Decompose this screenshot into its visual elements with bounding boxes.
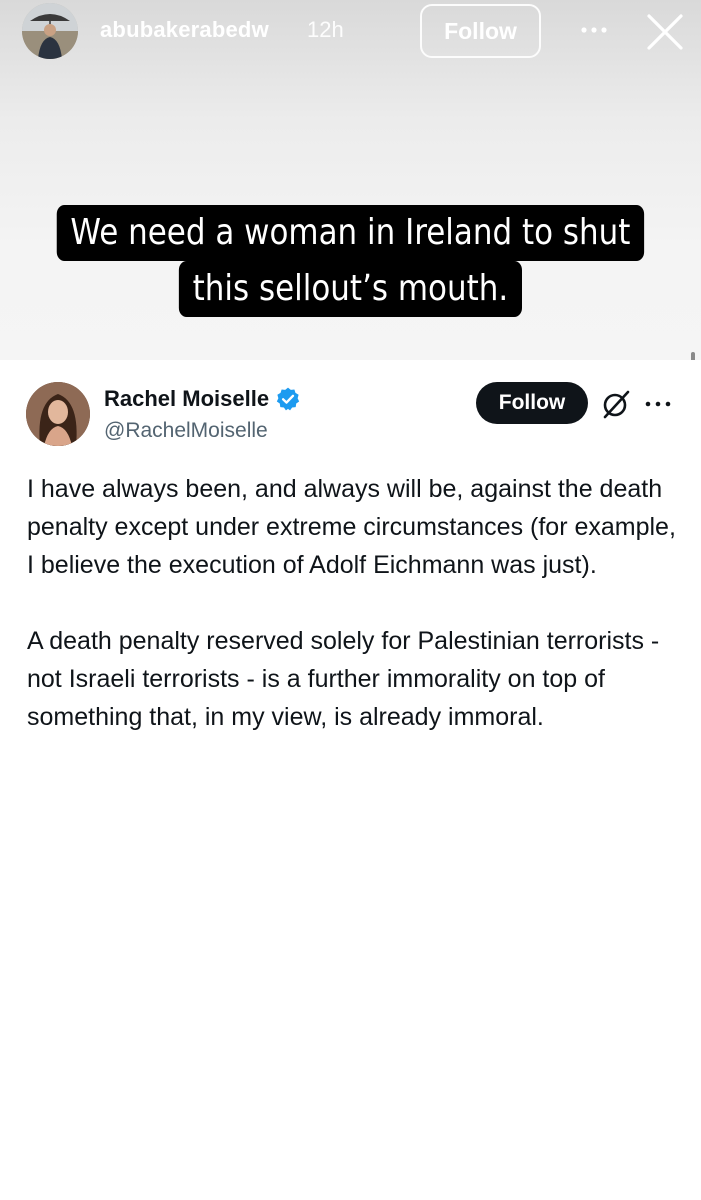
tweet-author-name[interactable]: Rachel Moiselle: [104, 386, 301, 412]
tweet-author-handle[interactable]: @RachelMoiselle: [104, 419, 268, 443]
story-timestamp: 12h: [307, 17, 344, 42]
story-user-avatar[interactable]: [22, 3, 78, 59]
story-close-icon[interactable]: [645, 12, 685, 52]
grok-icon[interactable]: [600, 388, 632, 420]
story-follow-button[interactable]: Follow: [420, 4, 541, 58]
tweet-paragraph: I have always been, and always will be, …: [27, 475, 676, 579]
story-header: abubakerabedw 12h Follow: [0, 0, 701, 64]
tweet-text: I have always been, and always will be, …: [27, 470, 687, 736]
story-more-options-icon[interactable]: [578, 16, 610, 44]
tweet-author-avatar[interactable]: [26, 382, 90, 446]
story-caption-line: We need a woman in Ireland to shut: [56, 205, 645, 261]
story-username[interactable]: abubakerabedw: [100, 17, 269, 43]
tweet-more-options-icon[interactable]: [643, 396, 673, 412]
story-caption: We need a woman in Ireland to shut this …: [49, 205, 652, 317]
tweet-author-name-text[interactable]: Rachel Moiselle: [104, 386, 269, 412]
tweet-paragraph: A death penalty reserved solely for Pale…: [27, 627, 660, 731]
tweet-follow-button[interactable]: Follow: [476, 382, 588, 424]
verified-badge-icon: [276, 387, 300, 411]
story-caption-line: this sellout’s mouth.: [178, 261, 522, 317]
tweet-card: Rachel Moiselle @RachelMoiselle Follow I…: [0, 360, 701, 1200]
